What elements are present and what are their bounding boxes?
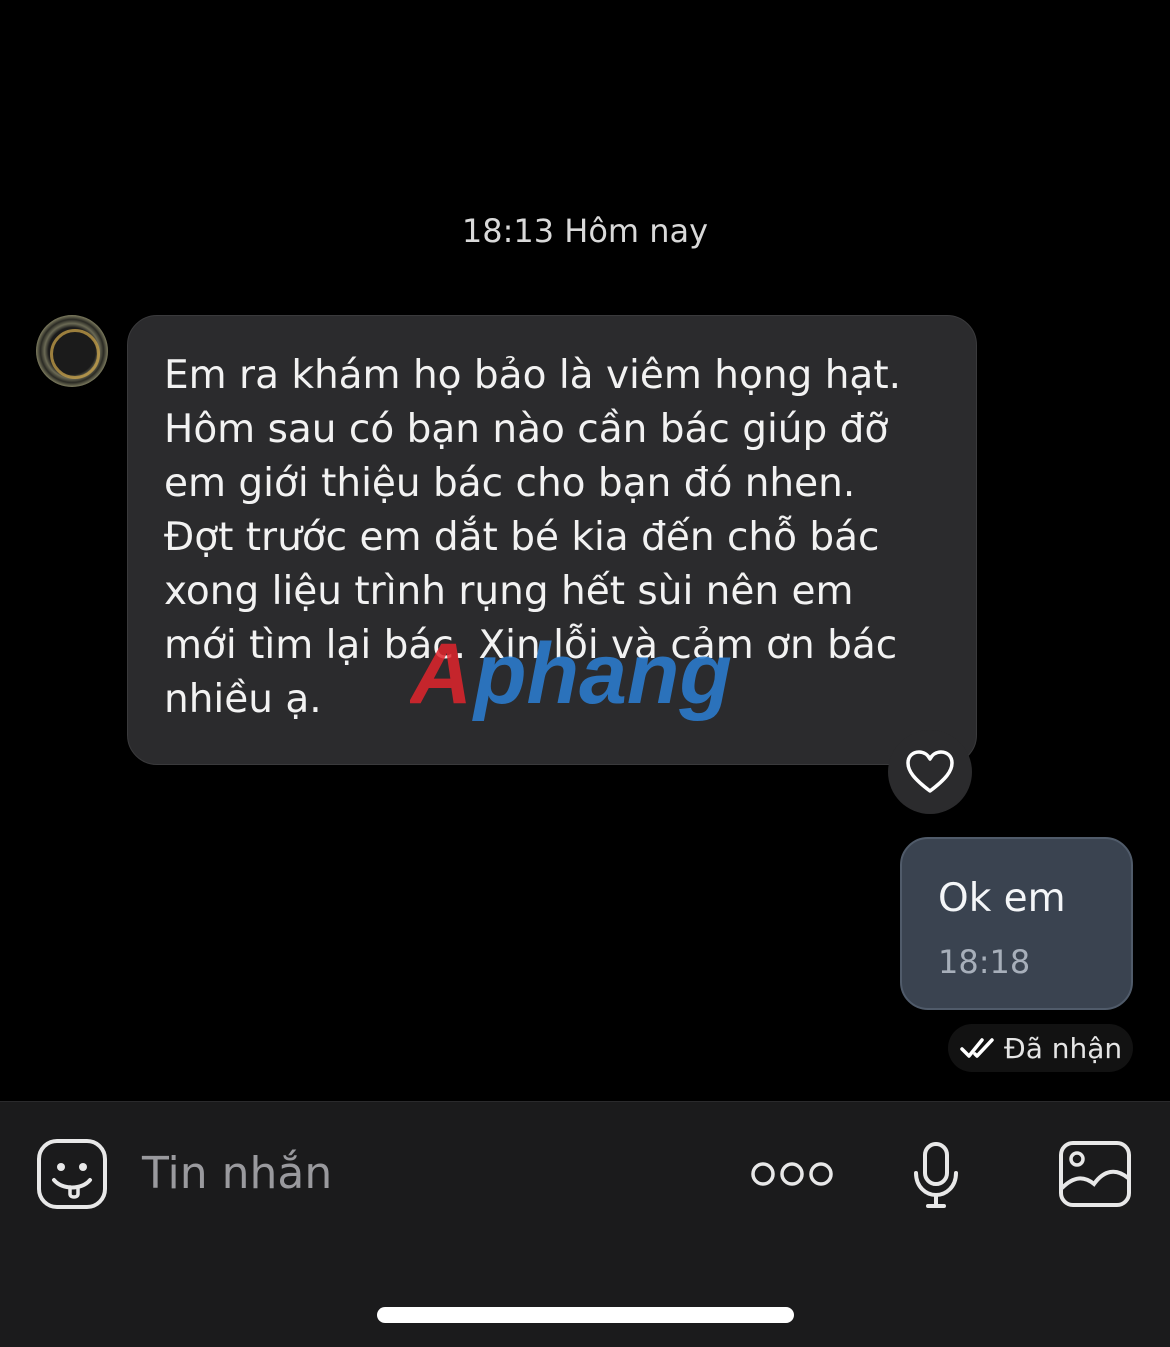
home-indicator[interactable] [377, 1307, 794, 1323]
sticker-button[interactable] [36, 1138, 108, 1210]
gallery-button[interactable] [1058, 1140, 1132, 1208]
more-button[interactable] [750, 1154, 834, 1194]
heart-reaction-button[interactable] [888, 730, 972, 814]
incoming-message-text: Em ra khám họ bảo là viêm họng hạt. Hôm … [164, 353, 902, 722]
timestamp-header: 18:13 Hôm nay [461, 212, 709, 250]
message-input[interactable]: Tin nhắn [142, 1148, 332, 1199]
incoming-message-bubble[interactable]: Em ra khám họ bảo là viêm họng hạt. Hôm … [127, 315, 977, 765]
image-icon [1059, 1141, 1131, 1207]
delivery-status: Đã nhận [948, 1024, 1133, 1072]
contact-avatar[interactable] [36, 315, 108, 387]
microphone-icon [914, 1142, 958, 1208]
heart-icon [906, 750, 954, 793]
double-check-icon [960, 1038, 994, 1058]
more-icon [751, 1162, 833, 1186]
sticker-icon [37, 1139, 107, 1209]
outgoing-message-time: 18:18 [938, 943, 1031, 981]
outgoing-message-text: Ok em [938, 876, 1066, 921]
delivery-status-label: Đã nhận [1004, 1031, 1123, 1065]
outgoing-message-bubble[interactable]: Ok em 18:18 [900, 837, 1133, 1010]
voice-button[interactable] [910, 1140, 962, 1210]
